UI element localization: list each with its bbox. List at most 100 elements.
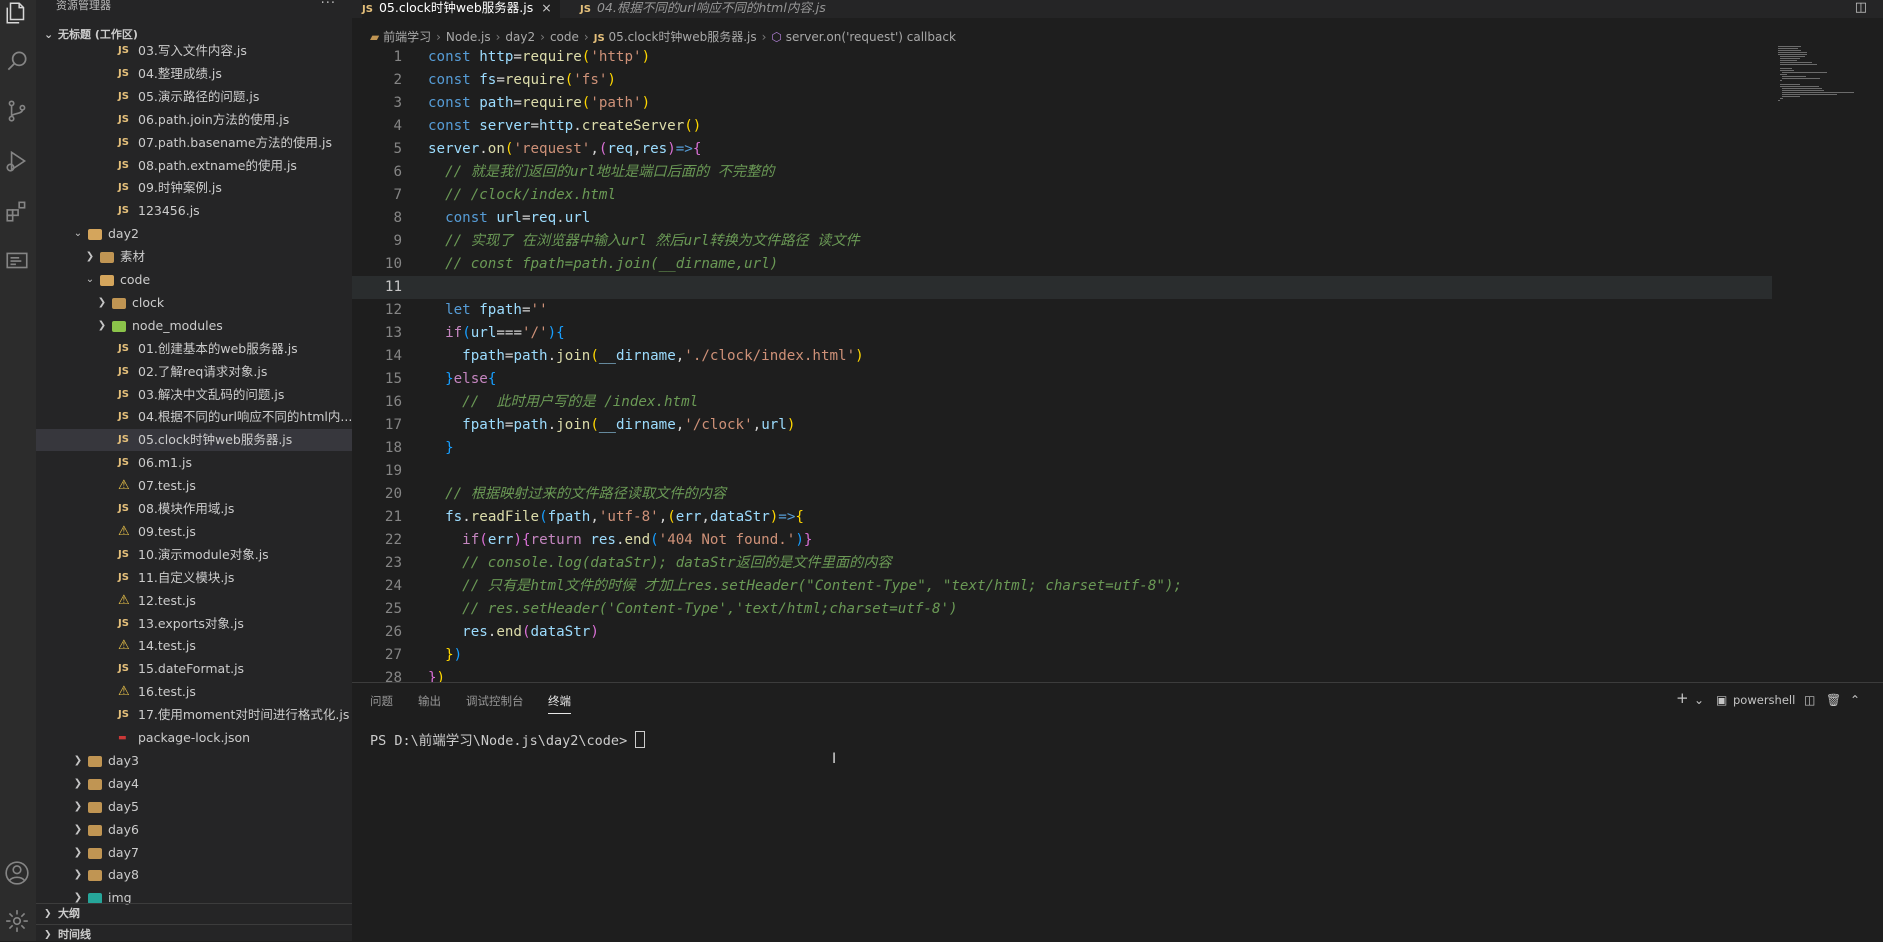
tree-file[interactable]: ⚠ 14.test.js <box>36 635 352 657</box>
code-line[interactable]: 2 const fs=require('fs') <box>352 69 1772 92</box>
code-line[interactable]: 21 fs.readFile(fpath,'utf-8',(err,dataSt… <box>352 506 1772 529</box>
tree-folder[interactable]: ❯ clock <box>36 292 352 314</box>
code-line[interactable]: 22 if(err){return res.end('404 Not found… <box>352 529 1772 552</box>
code-line[interactable]: 14 fpath=path.join(__dirname,'./clock/in… <box>352 345 1772 368</box>
tree-file[interactable]: JS 01.创建基本的web服务器.js <box>36 338 352 360</box>
code-line[interactable]: 28}) <box>352 667 1772 682</box>
close-icon[interactable]: × <box>541 0 551 15</box>
search-icon[interactable] <box>4 48 30 74</box>
code-line[interactable]: 8 const url=req.url <box>352 207 1772 230</box>
code-line[interactable]: 3 const path=require('path') <box>352 92 1772 115</box>
tree-folder[interactable]: ❯ day4 <box>36 773 352 795</box>
code-editor[interactable]: 1 const http=require('http') 2 const fs=req… <box>352 46 1772 682</box>
tree-file[interactable]: JS 04.整理成绩.js <box>36 63 352 85</box>
tree-file[interactable]: JS 123456.js <box>36 200 352 222</box>
tree-folder[interactable]: ❯ day5 <box>36 796 352 818</box>
code-line[interactable]: 23 // console.log(dataStr); dataStr返回的是文… <box>352 552 1772 575</box>
more-actions-icon[interactable]: ··· <box>321 0 336 10</box>
code-line[interactable]: 25 // res.setHeader('Content-Type','text… <box>352 598 1772 621</box>
tree-folder[interactable]: ❯ day3 <box>36 750 352 772</box>
tree-file[interactable]: JS 05.演示路径的问题.js <box>36 86 352 108</box>
code-line[interactable]: 20 // 根据映射过来的文件路径读取文件的内容 <box>352 483 1772 506</box>
files-icon[interactable] <box>4 0 30 26</box>
tree-folder[interactable]: ❯ 素材 <box>36 246 352 268</box>
tree-file[interactable]: JS 06.m1.js <box>36 452 352 474</box>
tree-file[interactable]: ⚠ 07.test.js <box>36 475 352 497</box>
chevron-down-icon[interactable]: ⌄ <box>1694 693 1704 707</box>
tree-file[interactable]: ⚠ 09.test.js <box>36 521 352 543</box>
source-control-icon[interactable] <box>4 98 30 124</box>
code-line[interactable]: 6 // 就是我们返回的url地址是端口后面的 不完整的 <box>352 161 1772 184</box>
panel-tab[interactable]: 终端 <box>548 693 571 714</box>
tree-file[interactable]: JS 05.clock时钟web服务器.js <box>36 429 352 452</box>
code-line[interactable]: 10 // const fpath=path.join(__dirname,ur… <box>352 253 1772 276</box>
tree-file[interactable]: JS 10.演示module对象.js <box>36 544 352 566</box>
tree-folder[interactable]: ⌄ day2 <box>36 223 352 245</box>
split-terminal-icon[interactable]: ◫ <box>1804 693 1815 707</box>
panel-tab[interactable]: 调试控制台 <box>466 693 524 713</box>
code-line[interactable]: 19 <box>352 460 1772 483</box>
breadcrumb-item[interactable]: day2 <box>505 30 535 44</box>
code-line[interactable]: 7 // /clock/index.html <box>352 184 1772 207</box>
tree-folder[interactable]: ❯ day7 <box>36 842 352 864</box>
outline-section[interactable]: ❯ 大纲 <box>36 903 352 924</box>
breadcrumb-item[interactable]: code <box>550 30 579 44</box>
tree-folder[interactable]: ❯ node_modules <box>36 315 352 337</box>
tree-file[interactable]: JS 09.时钟案例.js <box>36 177 352 199</box>
code-line[interactable]: 12 let fpath='' <box>352 299 1772 322</box>
breadcrumb-file[interactable]: 05.clock时钟web服务器.js <box>608 30 756 44</box>
tree-file[interactable]: JS 15.dateFormat.js <box>36 658 352 680</box>
trash-icon[interactable]: 🗑 <box>1826 693 1841 707</box>
remote-explorer-icon[interactable] <box>4 248 30 274</box>
tree-file[interactable]: JS 02.了解req请求对象.js <box>36 361 352 383</box>
tab-url-response[interactable]: JS 04.根据不同的url响应不同的html内容.js <box>580 0 880 18</box>
tab-clock-server[interactable]: JS 05.clock时钟web服务器.js × <box>362 0 560 18</box>
code-line[interactable]: 26 res.end(dataStr) <box>352 621 1772 644</box>
tree-folder[interactable]: ❯ day8 <box>36 864 352 886</box>
tree-folder[interactable]: ❯ day6 <box>36 819 352 841</box>
code-line[interactable]: 16 // 此时用户写的是 /index.html <box>352 391 1772 414</box>
account-icon[interactable] <box>4 860 30 886</box>
tree-folder[interactable]: ⌄ code <box>36 269 352 291</box>
chevron-up-icon[interactable]: ⌃ <box>1850 693 1860 707</box>
terminal-output[interactable]: PS D:\前端学习\Node.js\day2\code> <box>370 729 646 749</box>
line-number: 3 <box>393 95 402 111</box>
extensions-icon[interactable] <box>4 198 30 224</box>
minimap[interactable] <box>1778 46 1858 136</box>
code-line[interactable]: 15 }else{ <box>352 368 1772 391</box>
panel-tab[interactable]: 输出 <box>418 693 441 713</box>
tree-file[interactable]: JS 08.path.extname的使用.js <box>36 155 352 177</box>
split-editor-icon[interactable]: ◫ <box>1855 0 1867 15</box>
breadcrumb-item[interactable]: Node.js <box>446 30 491 44</box>
add-terminal-icon[interactable]: + <box>1676 689 1689 707</box>
timeline-section[interactable]: ❯ 时间线 <box>36 924 352 941</box>
tree-file[interactable]: JS 13.exports对象.js <box>36 613 352 635</box>
code-line[interactable]: 17 fpath=path.join(__dirname,'/clock',ur… <box>352 414 1772 437</box>
run-debug-icon[interactable] <box>4 148 30 174</box>
code-line[interactable]: 24 // 只有是html文件的时候 才加上res.setHeader("Con… <box>352 575 1772 598</box>
panel-tab[interactable]: 问题 <box>370 693 393 713</box>
code-line[interactable]: 9 // 实现了 在浏览器中输入url 然后url转换为文件路径 读文件 <box>352 230 1772 253</box>
tree-file[interactable]: ▬ package-lock.json <box>36 727 352 749</box>
terminal-name[interactable]: powershell <box>1733 693 1795 707</box>
tree-file[interactable]: ⚠ 16.test.js <box>36 681 352 703</box>
code-line[interactable]: 5 server.on('request',(req,res)=>{ <box>352 138 1772 161</box>
code-line[interactable]: 13 if(url==='/'){ <box>352 322 1772 345</box>
tree-file[interactable]: JS 07.path.basename方法的使用.js <box>36 132 352 154</box>
code-line[interactable]: 4 const server=http.createServer() <box>352 115 1772 138</box>
tree-file[interactable]: JS 03.写入文件内容.js <box>36 40 352 62</box>
tree-file[interactable]: ⚠ 12.test.js <box>36 590 352 612</box>
gear-icon[interactable] <box>4 908 30 934</box>
code-line[interactable]: 1 const http=require('http') <box>352 46 1772 69</box>
code-line[interactable]: 27 }) <box>352 644 1772 667</box>
code-line[interactable]: 11 <box>352 276 1772 299</box>
code-line[interactable]: 18 } <box>352 437 1772 460</box>
tree-file[interactable]: JS 17.使用moment对时间进行格式化.js <box>36 704 352 726</box>
tree-file[interactable]: JS 06.path.join方法的使用.js <box>36 109 352 131</box>
breadcrumb-item[interactable]: 前端学习 <box>383 30 431 44</box>
tree-file[interactable]: JS 03.解决中文乱码的问题.js <box>36 384 352 406</box>
breadcrumb-symbol[interactable]: server.on('request') callback <box>786 30 956 44</box>
tree-file[interactable]: JS 11.自定义模块.js <box>36 567 352 589</box>
tree-file[interactable]: JS 08.模块作用域.js <box>36 498 352 520</box>
tree-file[interactable]: JS 04.根据不同的url响应不同的html内... <box>36 406 352 428</box>
